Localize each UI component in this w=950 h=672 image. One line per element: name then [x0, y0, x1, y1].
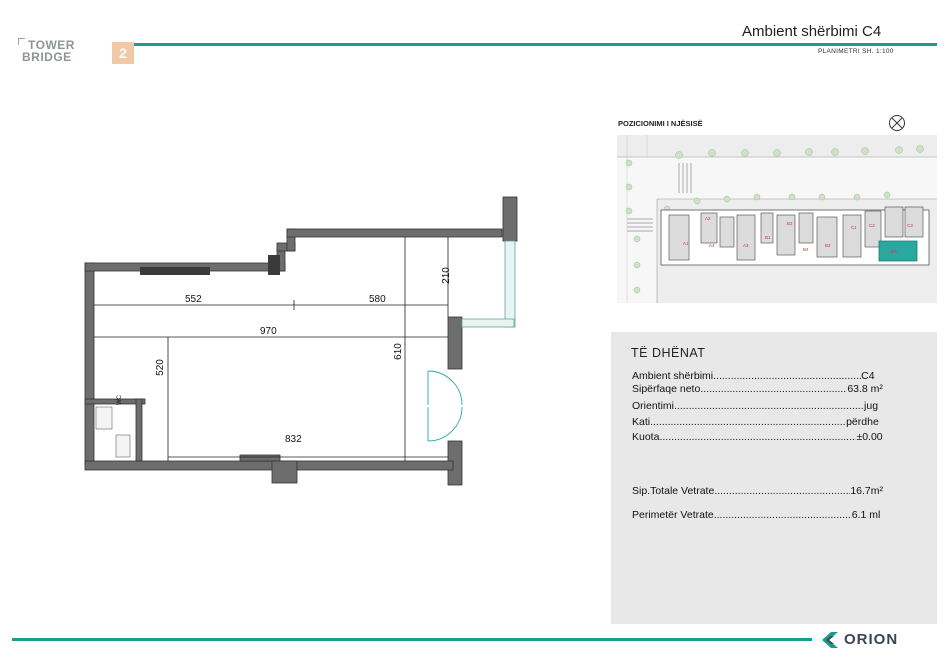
data-row: Perimetër Vetrate.......................… — [632, 509, 881, 521]
data-row-label: Orientimi — [632, 400, 675, 412]
data-row: Orientimi...............................… — [632, 400, 879, 412]
data-section-title: TË DHËNAT — [631, 346, 706, 360]
data-row: Kuota...................................… — [632, 431, 883, 443]
site-label-c3: C3 — [907, 223, 913, 228]
site-label-a3: A3 — [743, 243, 749, 248]
orion-mark-icon — [822, 632, 838, 648]
data-row-value: përdhe — [846, 416, 879, 428]
position-section-title: POZICIONIMI I NJËSISË — [618, 119, 703, 128]
site-label-c1: C1 — [851, 225, 857, 230]
dimension-970: 970 — [260, 326, 277, 337]
data-row-label: Sipërfaqe neto — [632, 383, 701, 395]
dimension-552: 552 — [185, 294, 202, 305]
site-label-b4: B4 — [803, 247, 809, 252]
data-row: Sipërfaqe neto..........................… — [632, 383, 883, 395]
floor-plan — [84, 196, 518, 486]
data-row-value: 6.1 ml — [851, 509, 881, 521]
data-row: Kati....................................… — [632, 416, 879, 428]
data-row-value: C4 — [861, 370, 875, 382]
data-row-value: jug — [864, 400, 879, 412]
logo-line-2: BRIDGE — [22, 50, 72, 64]
wc-label: WC — [117, 395, 123, 405]
logo-number-badge: 2 — [112, 42, 134, 64]
site-plan: A1 A2 A3 A4 B1 B2 B3 B4 C1 C2 C3 C4 — [617, 135, 937, 303]
site-label-c4: C4 — [891, 249, 897, 254]
data-row: Sip.Totale Vetrate......................… — [632, 485, 883, 497]
dimension-580: 580 — [369, 294, 386, 305]
data-row-label: Sip.Totale Vetrate — [632, 485, 715, 497]
site-label-b2: B2 — [787, 221, 793, 226]
site-label-a4: A4 — [709, 243, 715, 248]
dimension-832: 832 — [285, 434, 302, 445]
data-row-label: Ambient shërbimi — [632, 370, 714, 382]
data-row-label: Kuota — [632, 431, 660, 443]
data-row-value: 16.7m² — [850, 485, 883, 497]
data-row-value: 63.8 m² — [847, 383, 883, 395]
orion-wordmark: ORION — [844, 631, 899, 648]
north-arrow-icon — [889, 115, 905, 131]
dimension-520: 520 — [154, 359, 166, 376]
dimension-610: 610 — [392, 343, 404, 360]
tower-bridge-logo: TOWER BRIDGE 2 — [18, 38, 134, 68]
site-label-c2: C2 — [869, 223, 875, 228]
data-row-value: ±0.00 — [856, 431, 883, 443]
site-label-b1: B1 — [765, 235, 771, 240]
page-subtitle: PLANIMETRI SH. 1:100 — [818, 48, 894, 55]
data-row-label: Kati — [632, 416, 651, 428]
header-rule — [130, 43, 937, 46]
dimension-210: 210 — [440, 267, 452, 284]
data-row-label: Perimetër Vetrate — [632, 509, 714, 521]
page-title: Ambient shërbimi C4 — [742, 23, 882, 40]
site-label-a2: A2 — [705, 216, 711, 221]
footer-rule — [12, 638, 812, 641]
site-label-a1: A1 — [683, 241, 689, 246]
data-row: Ambient shërbimi........................… — [632, 370, 875, 382]
site-label-b3: B3 — [825, 243, 831, 248]
